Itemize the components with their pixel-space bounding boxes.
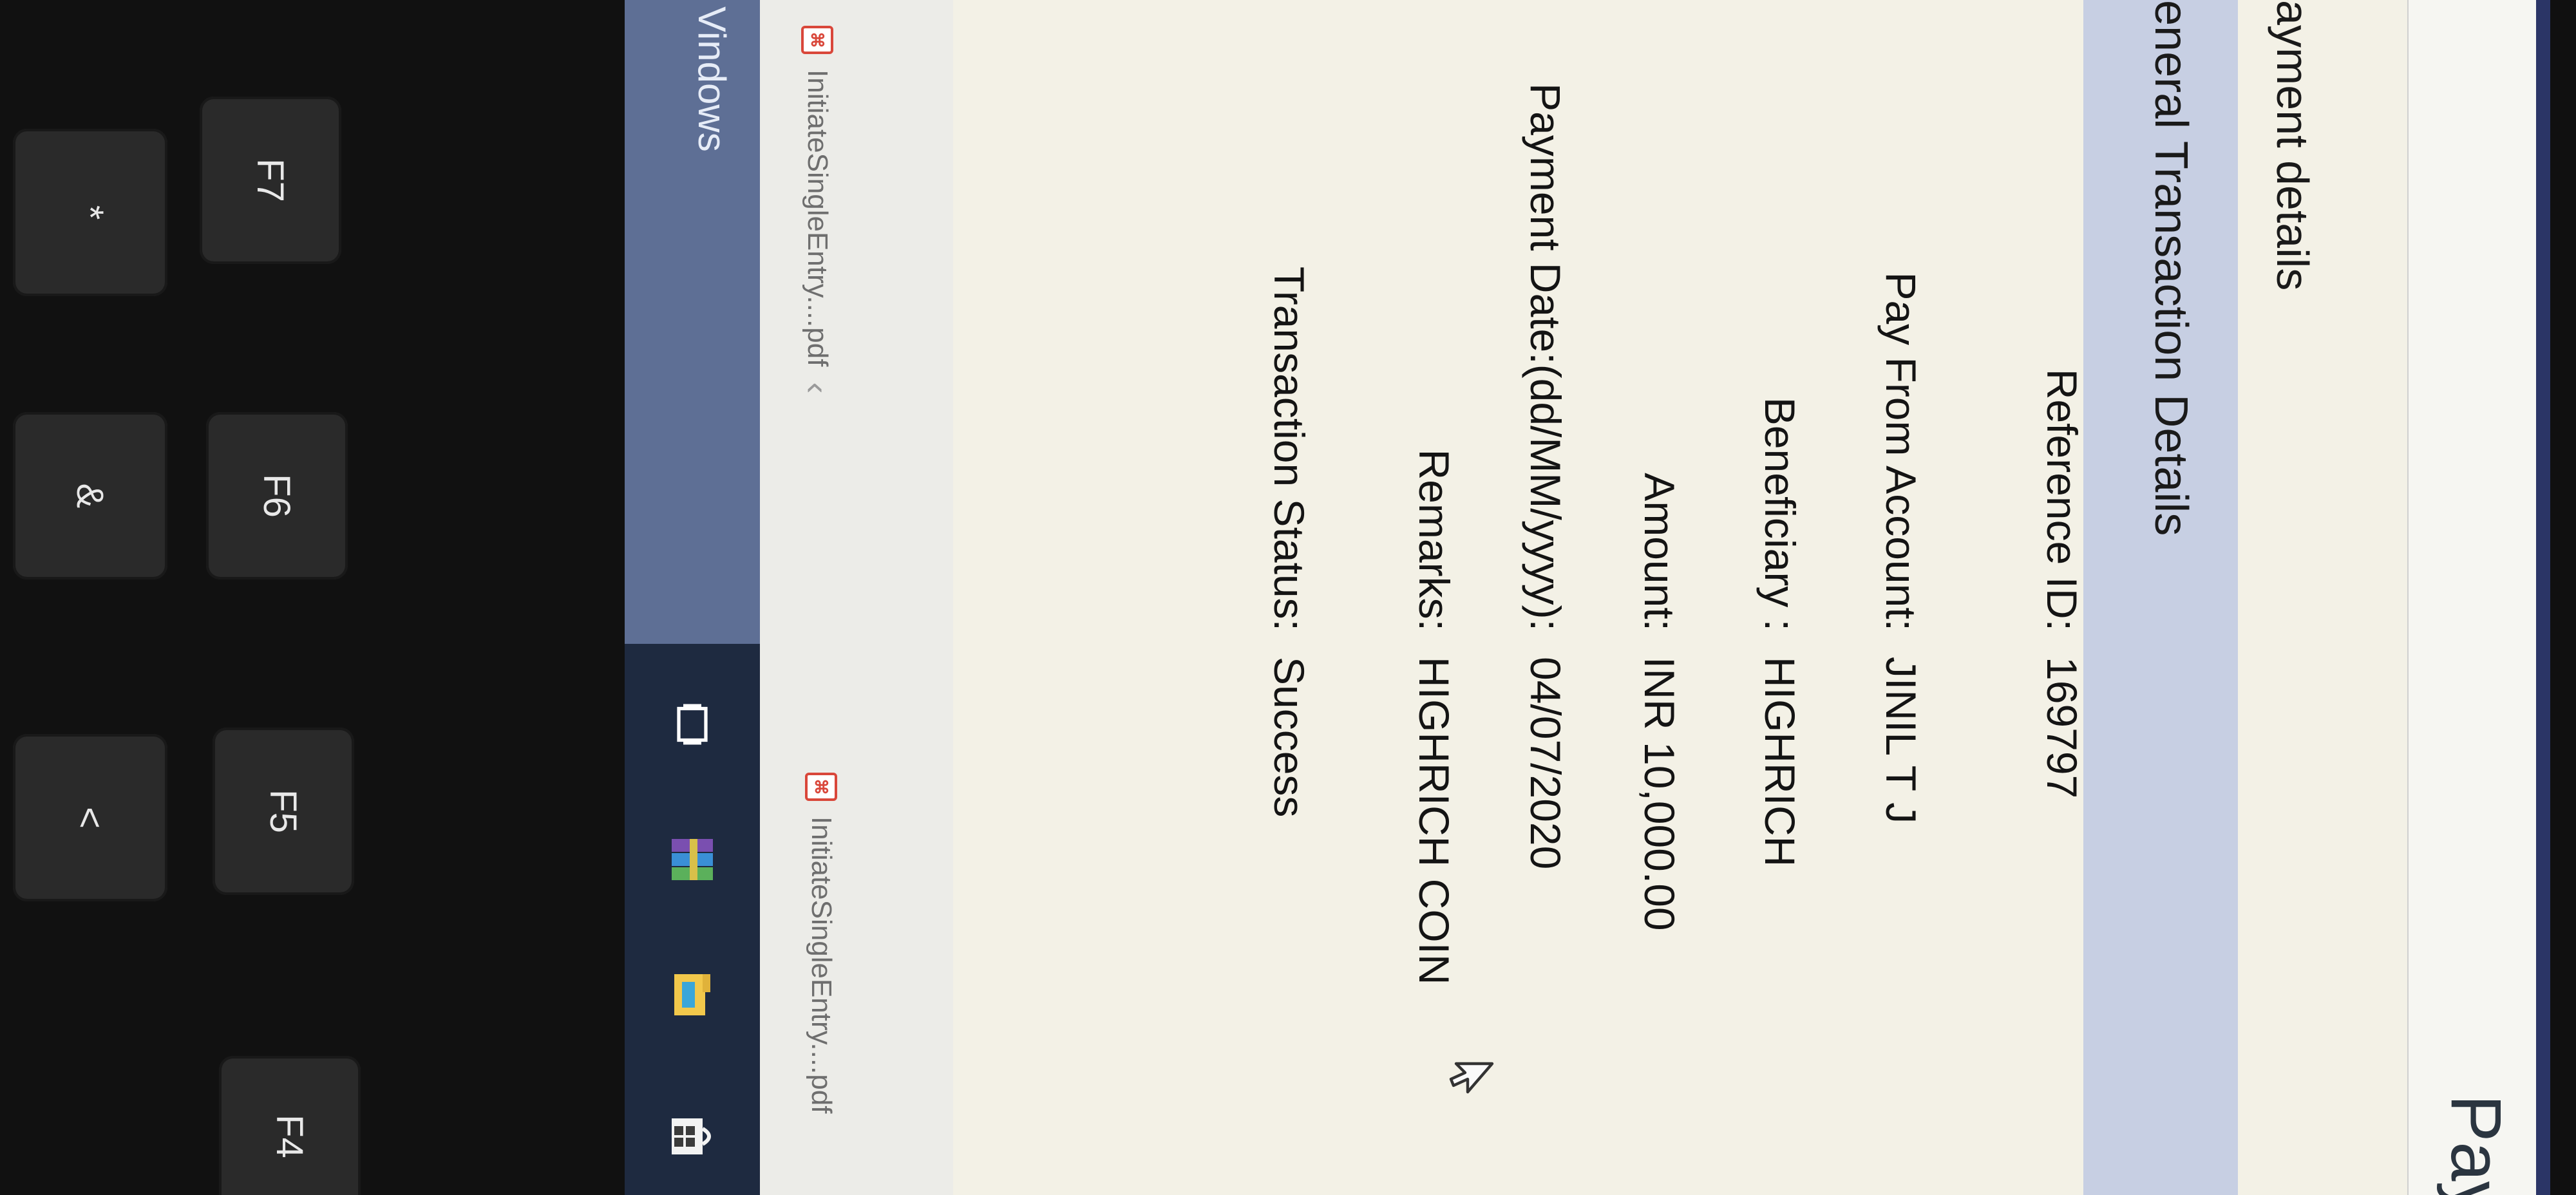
page-title: Pay (2436, 1095, 2515, 1195)
pay-from-account-value: JINIL T J (1877, 657, 1925, 824)
pay-from-account-label: Pay From Account: (1877, 272, 1925, 631)
downloads-bar (760, 0, 953, 1195)
winrar-icon[interactable] (663, 831, 721, 889)
mouse-cursor-icon (1449, 1062, 1494, 1094)
key-f4: F4 (219, 1056, 361, 1195)
amount-value: INR 10,000.00 (1636, 657, 1683, 931)
remarks-value: HIGHRICH COIN (1410, 657, 1458, 985)
remarks-label: Remarks: (1410, 449, 1458, 631)
download-filename-2: InitiateSingleEntry....pdf (806, 816, 837, 1114)
payment-date-value: 04/07/2020 (1522, 657, 1569, 870)
transaction-status-label: Transaction Status: (1265, 266, 1313, 631)
store-icon[interactable] (663, 1107, 721, 1165)
key-less-than: < (13, 734, 167, 901)
payment-details-heading: ayment details (2268, 0, 2318, 291)
screen-top-edge (2550, 0, 2576, 1195)
key-ampersand: & (13, 412, 167, 579)
taskbar-windows-label: Vindows (690, 6, 734, 152)
download-item-2[interactable]: ⌘ InitiateSingleEntry....pdf (805, 773, 837, 1113)
pdf-icon: ⌘ (805, 773, 837, 801)
beneficiary-value: HIGHRICH (1756, 657, 1804, 867)
download-filename-1: InitiateSingleEntry....pdf (802, 70, 833, 367)
payment-date-label: Payment Date:(dd/MM/yyyy): (1522, 83, 1569, 631)
beneficiary-label: Beneficiary : (1756, 397, 1804, 631)
reference-id-label: Reference ID: (2038, 368, 2086, 631)
key-f5: F5 (213, 728, 354, 895)
page-header (2407, 0, 2536, 1195)
download-item-1[interactable]: ⌘ InitiateSingleEntry....pdf ‹ (797, 26, 837, 393)
transaction-status-value: Success (1265, 657, 1313, 818)
pdf-icon: ⌘ (801, 26, 833, 54)
key-f6: F6 (206, 412, 348, 579)
reference-id-value: 169797 (2038, 657, 2086, 799)
window-border (2536, 0, 2550, 1195)
file-explorer-icon[interactable] (663, 966, 721, 1024)
amount-label: Amount: (1636, 473, 1683, 631)
key-f7: F7 (200, 97, 341, 264)
task-view-icon[interactable] (663, 695, 721, 753)
chevron-up-icon[interactable]: ‹ (797, 382, 837, 393)
general-transaction-details-heading: eneral Transaction Details (2145, 0, 2197, 536)
photo-frame: Pay ayment details eneral Transaction De… (0, 0, 2576, 1195)
key-asterisk: * (13, 129, 167, 296)
